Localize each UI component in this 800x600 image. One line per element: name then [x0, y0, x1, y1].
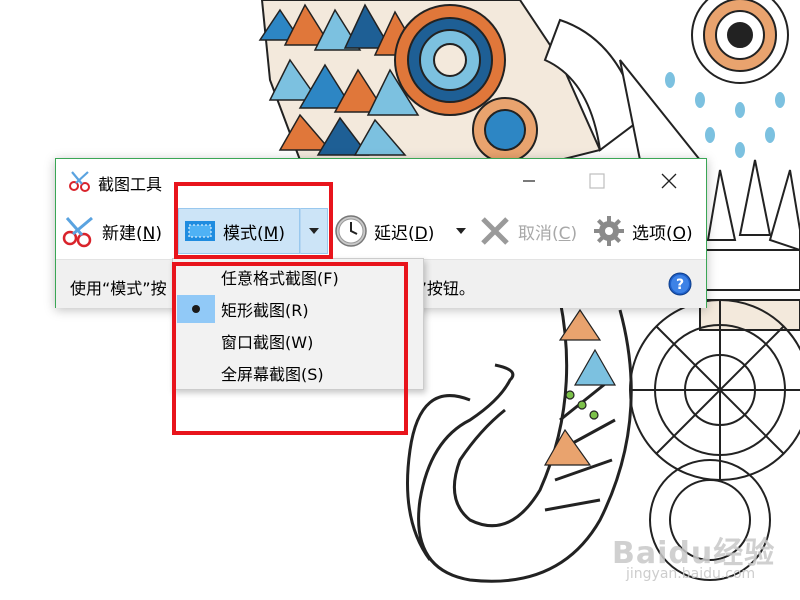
cancel-suffix: )	[570, 223, 578, 244]
scissors-icon	[69, 171, 90, 192]
new-snip-suffix: )	[155, 223, 162, 244]
watermark: Baidu经验 jingyan.baidu.com	[612, 528, 792, 590]
clock-icon	[335, 215, 367, 247]
gear-icon	[594, 216, 624, 246]
watermark-url: jingyan.baidu.com	[626, 566, 756, 582]
delay-accelerator: D	[414, 223, 428, 244]
cancel-label: 取消(C)	[518, 219, 577, 244]
cancel-accelerator: C	[558, 223, 571, 244]
options-suffix: )	[686, 223, 693, 244]
cancel-x-icon	[481, 217, 509, 245]
chevron-down-icon	[456, 228, 466, 234]
delay-text: 延迟(	[374, 223, 415, 244]
new-snip-text: 新建(	[102, 223, 143, 244]
artwork-flower	[665, 0, 789, 158]
window-title: 截图工具	[98, 175, 163, 194]
options-label: 选项(O)	[632, 219, 693, 244]
delay-suffix: )	[427, 223, 435, 244]
status-text-left: 使用“模式”按	[70, 279, 167, 298]
new-snip-accelerator: N	[142, 223, 156, 244]
options-text: 选项(	[632, 223, 673, 244]
cancel-button[interactable]: 取消(C)	[478, 203, 577, 259]
minimize-icon	[523, 180, 535, 182]
status-text-right: ”按钮。	[418, 279, 475, 298]
title-bar[interactable]: 截图工具	[56, 159, 706, 203]
artwork-colorful-band	[258, 0, 703, 163]
options-accelerator: O	[672, 223, 687, 244]
svg-text:?: ?	[676, 277, 684, 293]
artwork-trunk	[406, 299, 633, 583]
new-snip-label: 新建(N)	[102, 219, 162, 244]
close-icon	[661, 173, 677, 189]
delay-dropdown-button[interactable]	[450, 203, 472, 259]
toolbar: 新建(N) 模式(M) 延迟(D) 取消(C) 选项(O)	[56, 203, 706, 259]
highlight-box-mode-menu	[172, 262, 408, 435]
highlight-box-mode-button	[174, 182, 333, 259]
maximize-button[interactable]	[574, 159, 620, 203]
new-snip-button[interactable]: 新建(N)	[62, 203, 162, 259]
scissors-icon	[62, 216, 93, 248]
delay-label: 延迟(D)	[374, 219, 434, 244]
help-icon[interactable]: ?	[668, 272, 692, 296]
options-button[interactable]: 选项(O)	[592, 203, 693, 259]
delay-button[interactable]: 延迟(D)	[334, 203, 434, 259]
minimize-button[interactable]	[506, 159, 552, 203]
maximize-icon	[589, 173, 605, 189]
cancel-text: 取消(	[518, 223, 559, 244]
close-button[interactable]	[646, 159, 692, 203]
